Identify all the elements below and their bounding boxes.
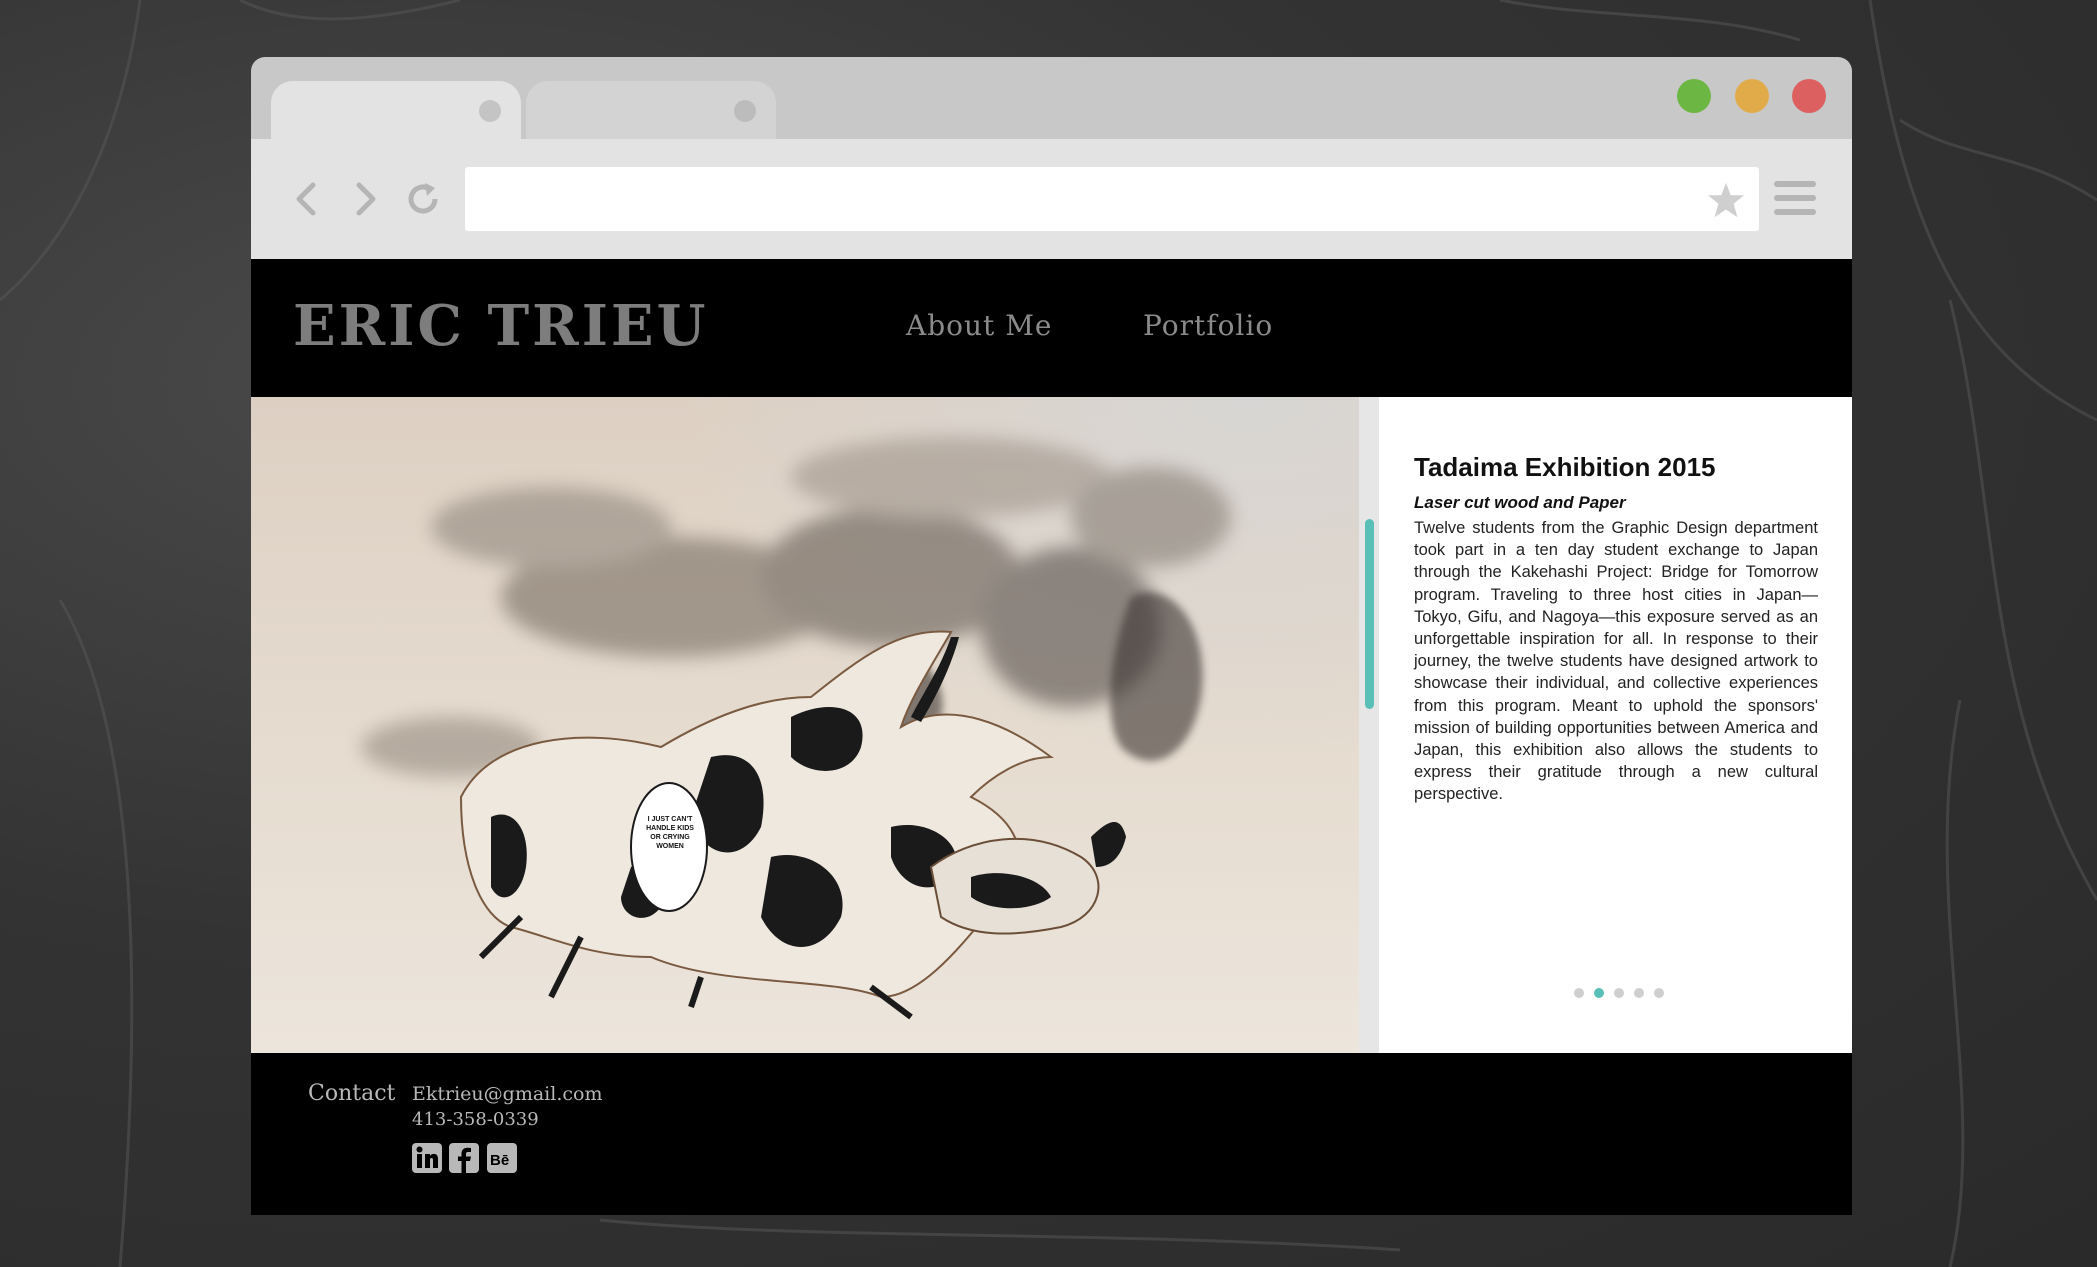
linkedin-icon[interactable]	[412, 1143, 442, 1173]
svg-text:Bē: Bē	[490, 1152, 509, 1169]
facebook-icon[interactable]	[449, 1143, 479, 1173]
browser-tab-active[interactable]	[271, 81, 521, 139]
project-subtitle: Laser cut wood and Paper	[1414, 493, 1626, 512]
forward-arrow-icon[interactable]	[345, 179, 385, 219]
project-info-panel: Tadaima Exhibition 2015 Laser cut wood a…	[1379, 397, 1852, 1053]
nav-about-me[interactable]: About Me	[906, 309, 1052, 342]
hero-image-laser-cut-beetles: I JUST CAN'T HANDLE KIDS OR CRYING WOMEN	[251, 397, 1359, 1053]
contact-phone: 413-358-0339	[412, 1109, 539, 1130]
slide-dot-3[interactable]	[1614, 988, 1624, 998]
slide-dot-1[interactable]	[1574, 988, 1584, 998]
address-bar[interactable]	[465, 167, 1759, 231]
contact-label: Contact	[308, 1081, 396, 1106]
browser-window: ERIC TRIEU About Me Portfolio I JUST CAN…	[251, 57, 1852, 1215]
slide-pagination	[1574, 985, 1674, 999]
site-logo[interactable]: ERIC TRIEU	[293, 293, 708, 359]
slide-dot-2[interactable]	[1594, 988, 1604, 998]
nav-portfolio[interactable]: Portfolio	[1143, 309, 1273, 342]
close-button[interactable]	[1792, 79, 1826, 113]
back-arrow-icon[interactable]	[289, 179, 329, 219]
info-scrollbar-thumb[interactable]	[1365, 519, 1374, 709]
reload-icon[interactable]	[403, 179, 443, 219]
browser-tab-inactive[interactable]	[526, 81, 776, 139]
contact-email-link[interactable]: Ektrieu@gmail.com	[412, 1083, 602, 1105]
beetle-photo	[361, 437, 1231, 1020]
slide-dot-4[interactable]	[1634, 988, 1644, 998]
bookmark-star-icon[interactable]	[1707, 181, 1745, 219]
hamburger-menu-icon[interactable]	[1774, 179, 1816, 217]
minimize-button[interactable]	[1735, 79, 1769, 113]
slide-dot-5[interactable]	[1654, 988, 1664, 998]
project-description: Twelve students from the Graphic Design …	[1414, 519, 1818, 804]
browser-toolbar	[251, 139, 1852, 259]
project-title: Tadaima Exhibition 2015	[1414, 452, 1716, 482]
maximize-button[interactable]	[1677, 79, 1711, 113]
site-header: ERIC TRIEU About Me Portfolio	[251, 259, 1852, 397]
tab-close-icon[interactable]	[479, 100, 501, 122]
tab-bar	[251, 57, 1852, 139]
behance-icon[interactable]: Bē	[487, 1143, 517, 1173]
site-footer: Contact Ektrieu@gmail.com 413-358-0339 B…	[251, 1053, 1852, 1215]
hero-speech-bubble-text: I JUST CAN'T HANDLE KIDS OR CRYING WOMEN	[646, 816, 694, 850]
tab-close-icon[interactable]	[734, 100, 756, 122]
info-scrollbar-track[interactable]	[1359, 397, 1379, 1053]
